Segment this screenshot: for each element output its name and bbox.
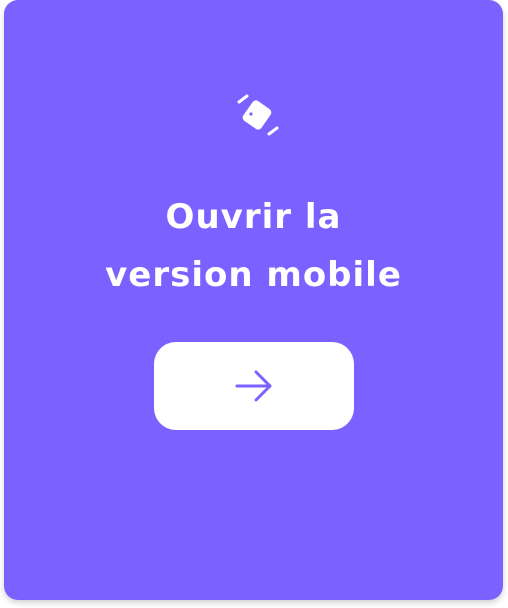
screen-rotation-icon (237, 94, 279, 136)
card-title: Ouvrir la version mobile (4, 188, 503, 304)
title-line-2: version mobile (105, 255, 402, 295)
open-mobile-button[interactable] (154, 342, 354, 430)
open-mobile-version-card: Ouvrir la version mobile (4, 0, 503, 600)
title-line-1: Ouvrir la (165, 197, 342, 237)
arrow-right-icon (235, 370, 272, 402)
